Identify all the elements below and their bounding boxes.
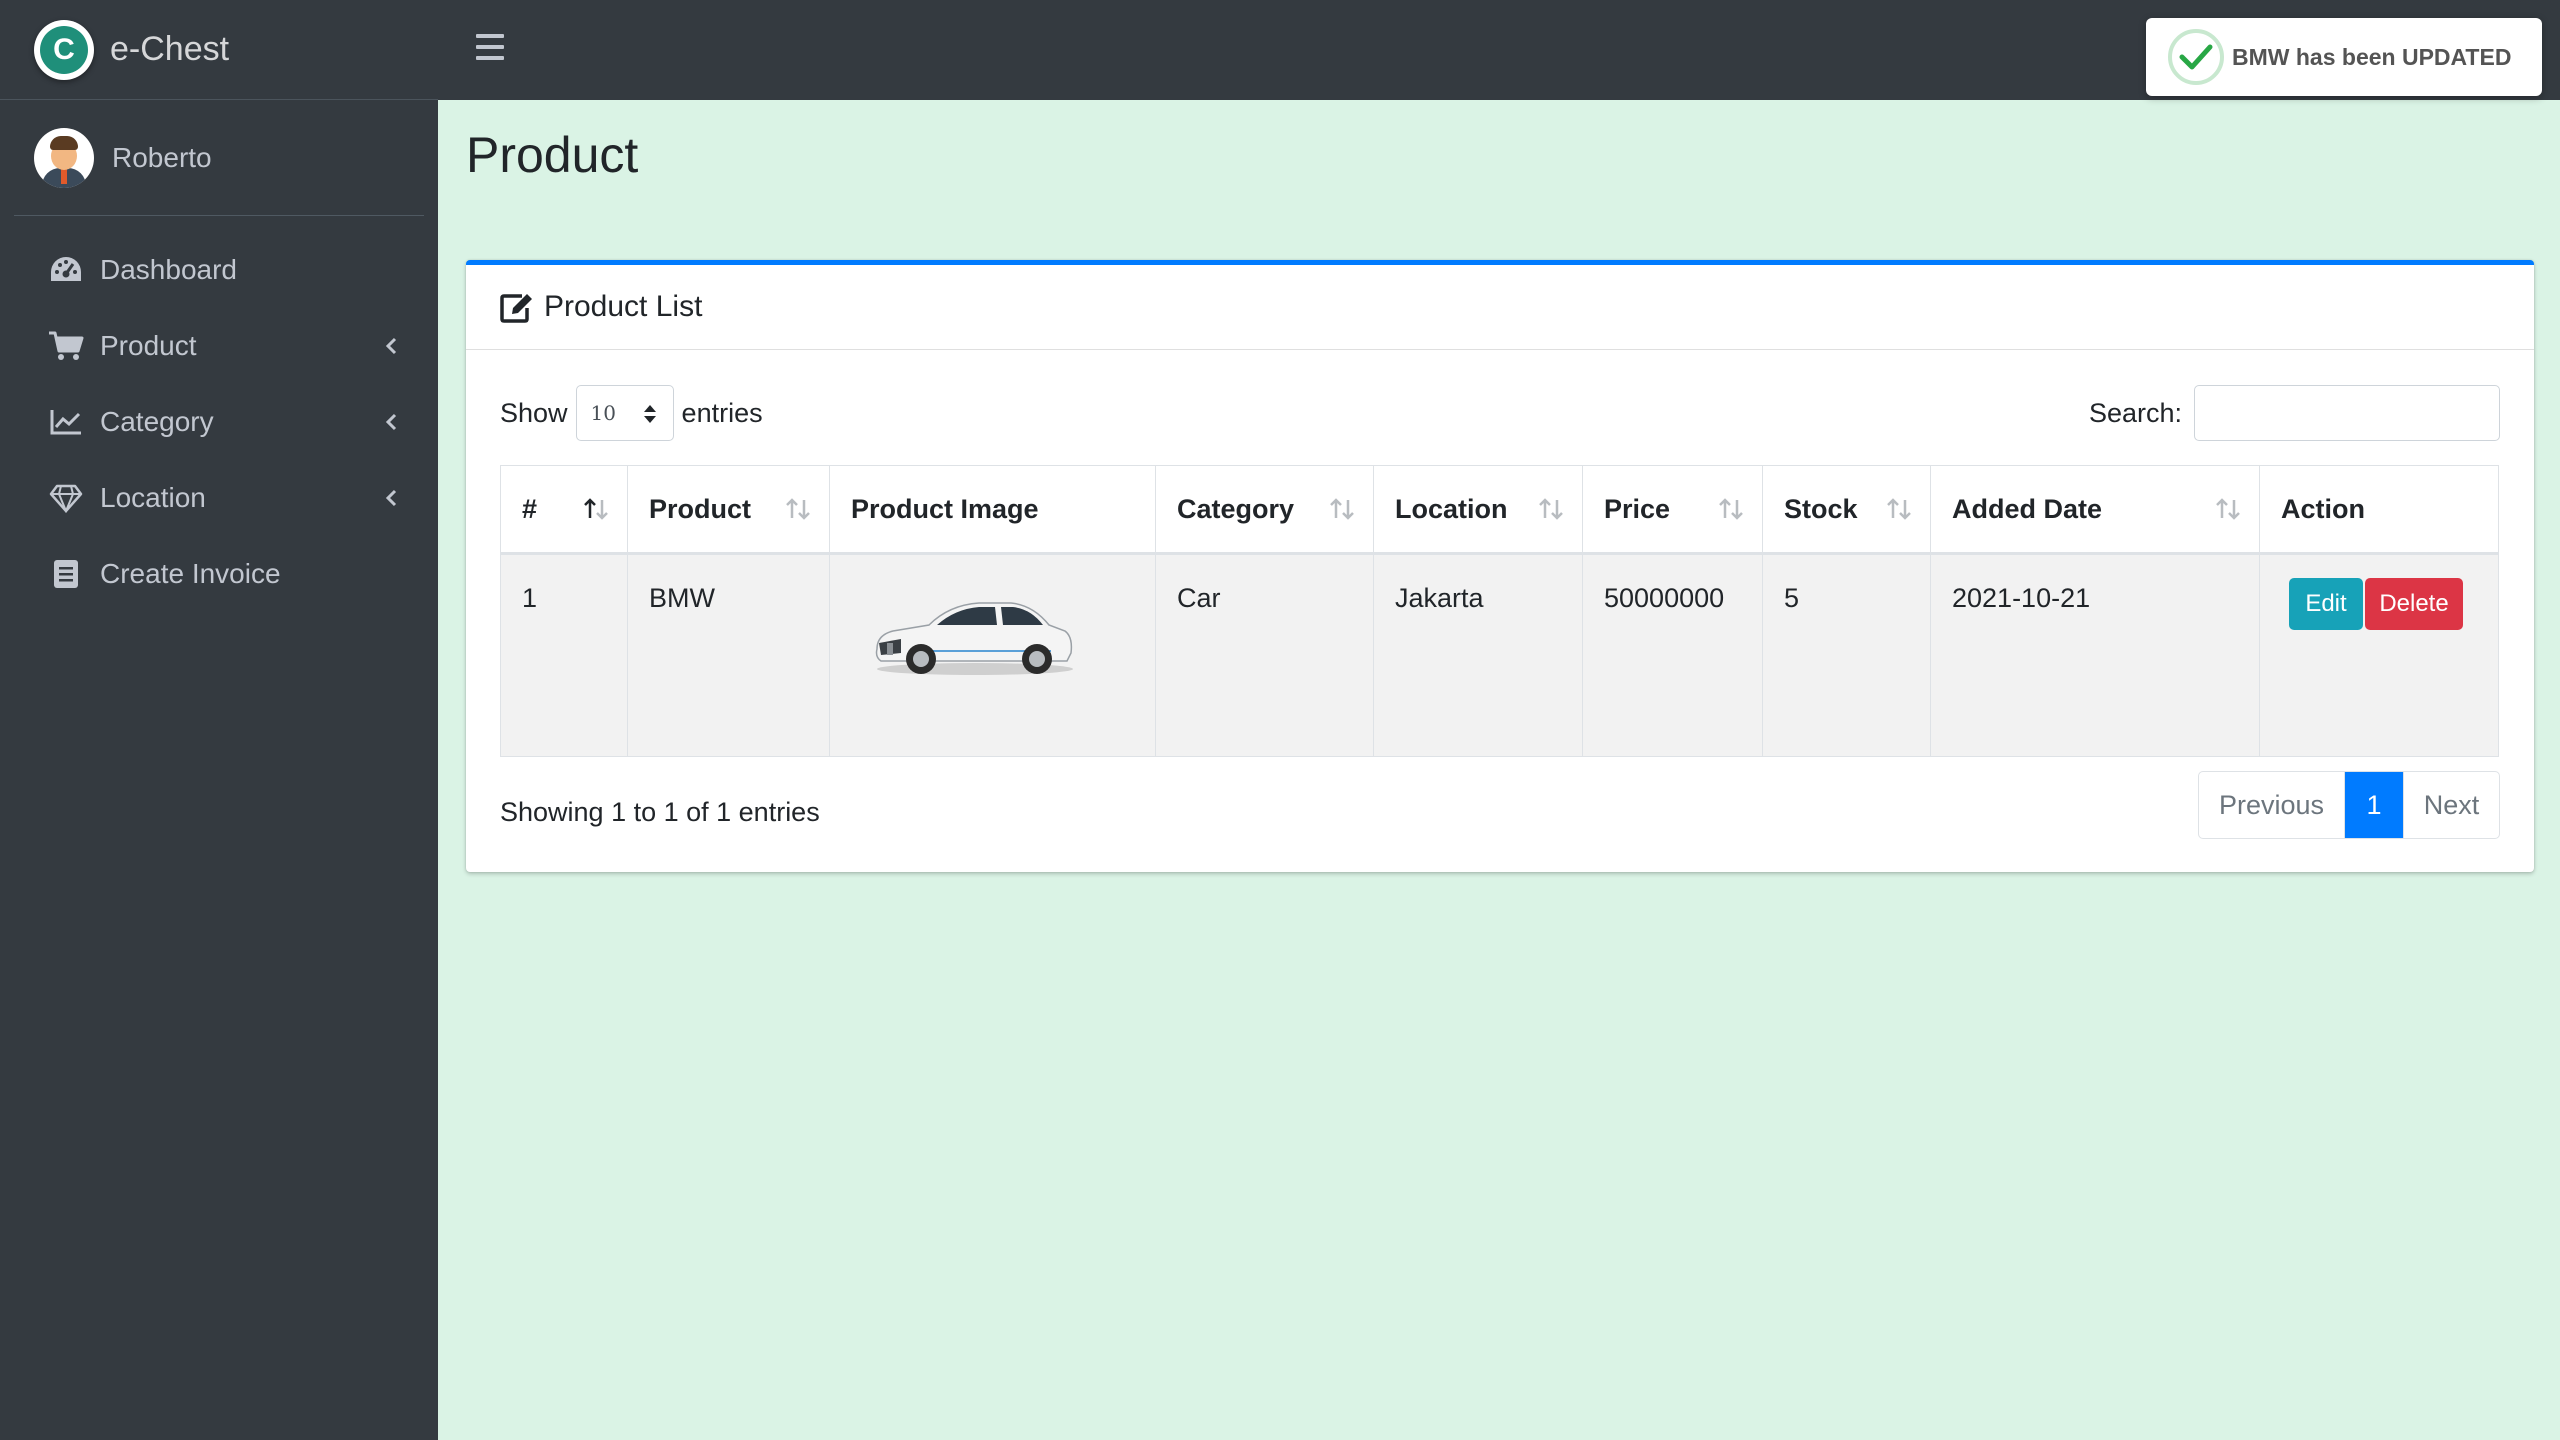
cell-location: Jakarta <box>1373 553 1583 757</box>
column-header-product-image: Product Image <box>829 465 1156 555</box>
chevron-left-icon <box>385 489 397 507</box>
column-header-action: Action <box>2259 465 2499 555</box>
tachometer-icon <box>48 252 84 288</box>
next-page-button[interactable]: Next <box>2403 772 2499 838</box>
sort-asc-icon <box>584 498 608 520</box>
column-header-category[interactable]: Category <box>1155 465 1374 555</box>
select-arrows-icon <box>643 405 656 423</box>
product-list-card: Product List Show 10 entries Search: # P… <box>466 260 2534 872</box>
cell-product: BMW <box>627 553 830 757</box>
table-row: 1 BMW Car Jakarta 50000000 5 2021-10-21 … <box>500 553 2499 757</box>
entries-label: entries <box>681 397 763 428</box>
sidebar-nav: Dashboard Product Category Location Crea… <box>0 232 438 612</box>
sidebar-item-label: Location <box>100 482 206 513</box>
column-header-location[interactable]: Location <box>1373 465 1583 555</box>
sort-icon <box>1887 498 1911 520</box>
sidebar-item-label: Category <box>100 406 214 437</box>
user-name: Roberto <box>112 141 212 173</box>
gem-icon <box>48 480 84 516</box>
product-table-wrapper: # Product Product Image Category Locatio… <box>500 465 2499 757</box>
table-controls: Show 10 entries Search: <box>500 385 2500 445</box>
sidebar-item-create-invoice[interactable]: Create Invoice <box>0 536 438 612</box>
edit-icon <box>500 294 532 323</box>
cell-added-date: 2021-10-21 <box>1930 553 2260 757</box>
entries-select-value: 10 <box>590 401 616 425</box>
sidebar-item-label: Create Invoice <box>100 558 281 589</box>
column-header-stock[interactable]: Stock <box>1762 465 1931 555</box>
sidebar-item-product[interactable]: Product <box>0 308 438 384</box>
cell-stock: 5 <box>1762 553 1931 757</box>
product-image-car <box>875 602 1073 675</box>
column-header-number[interactable]: # <box>500 465 628 555</box>
table-info: Showing 1 to 1 of 1 entries <box>500 797 820 827</box>
sidebar-item-location[interactable]: Location <box>0 460 438 536</box>
edit-button[interactable]: Edit <box>2289 578 2363 630</box>
product-table: # Product Product Image Category Locatio… <box>500 465 2499 757</box>
entries-length: Show 10 entries <box>500 385 763 441</box>
cell-action: Edit Delete <box>2259 553 2499 757</box>
cell-price: 50000000 <box>1582 553 1763 757</box>
sort-icon <box>786 498 810 520</box>
brand-name: e-Chest <box>110 30 230 68</box>
search-label: Search: <box>2088 397 2182 428</box>
delete-button[interactable]: Delete <box>2365 578 2463 630</box>
page-1-button[interactable]: 1 <box>2345 772 2403 838</box>
sidebar-item-label: Product <box>100 330 197 361</box>
brand-logo-icon: C <box>34 19 94 80</box>
show-label: Show <box>500 397 568 428</box>
chevron-left-icon <box>385 413 397 431</box>
pagination: Previous 1 Next <box>2198 771 2500 839</box>
column-header-added-date[interactable]: Added Date <box>1930 465 2260 555</box>
cell-number: 1 <box>500 553 628 757</box>
sidebar: C e-Chest Roberto Dashboard Product Cate… <box>0 0 438 1440</box>
page-title: Product <box>466 127 639 183</box>
sidebar-item-label: Dashboard <box>100 254 237 285</box>
column-header-price[interactable]: Price <box>1582 465 1763 555</box>
sort-icon <box>1719 498 1743 520</box>
cell-product-image <box>829 553 1156 757</box>
card-header: Product List <box>466 265 2534 350</box>
entries-select[interactable]: 10 <box>575 385 674 441</box>
avatar <box>34 127 94 188</box>
toast-message: BMW has been UPDATED <box>2232 43 2512 70</box>
table-header-row: # Product Product Image Category Locatio… <box>500 465 2499 555</box>
cart-icon <box>48 328 84 364</box>
sort-icon <box>1539 498 1563 520</box>
column-header-product[interactable]: Product <box>627 465 830 555</box>
checkmark-icon <box>2168 29 2224 85</box>
sidebar-item-category[interactable]: Category <box>0 384 438 460</box>
card-title: Product List <box>544 290 703 323</box>
previous-page-button[interactable]: Previous <box>2199 772 2345 838</box>
user-panel[interactable]: Roberto <box>14 100 424 216</box>
chevron-left-icon <box>385 337 397 355</box>
search-filter: Search: <box>2089 385 2500 441</box>
brand-link[interactable]: C e-Chest <box>0 0 438 100</box>
sort-icon <box>1330 498 1354 520</box>
sidebar-item-dashboard[interactable]: Dashboard <box>0 232 438 308</box>
cell-category: Car <box>1155 553 1374 757</box>
search-input[interactable] <box>2194 385 2500 441</box>
chart-line-icon <box>48 404 84 440</box>
menu-toggle-icon[interactable] <box>476 34 504 64</box>
sort-icon <box>2216 498 2240 520</box>
invoice-icon <box>48 556 84 592</box>
success-toast: BMW has been UPDATED <box>2146 18 2542 96</box>
